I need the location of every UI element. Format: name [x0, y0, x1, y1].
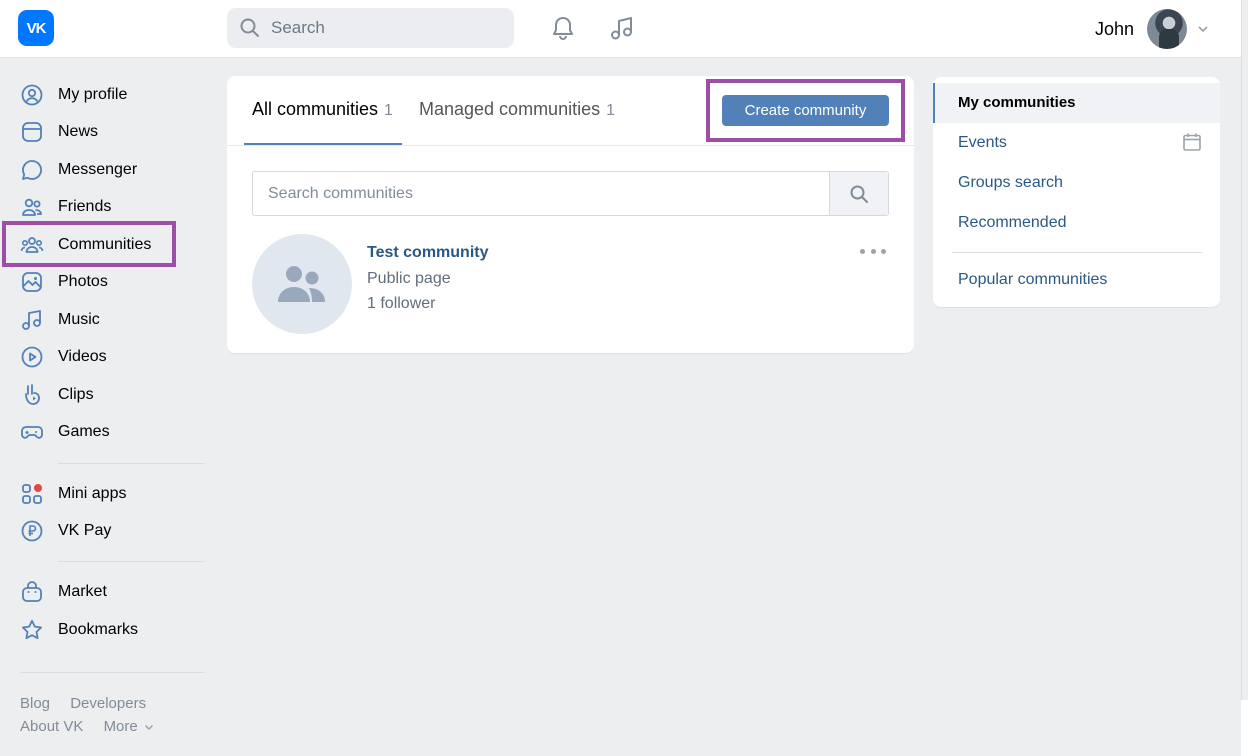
- community-search-button[interactable]: [829, 172, 888, 215]
- sidebar-item-label: Bookmarks: [58, 621, 139, 638]
- sidebar-item-label: Friends: [58, 198, 112, 215]
- sidebar-item-label: News: [58, 123, 99, 140]
- clips-icon: [25, 384, 40, 405]
- sidebar-item-label: VK Pay: [58, 522, 112, 539]
- user-menu[interactable]: John: [1095, 8, 1209, 50]
- search-icon: [240, 18, 259, 37]
- sidebar-item-label: Photos: [58, 273, 108, 290]
- community-avatar[interactable]: [252, 234, 352, 334]
- footer-more-label: More: [103, 718, 138, 735]
- menu-divider: [952, 252, 1202, 253]
- sidebar-item-label: Games: [58, 423, 110, 440]
- sidebar-item-label: Market: [58, 583, 107, 600]
- tab-count: 1: [384, 102, 393, 119]
- bell-icon[interactable]: [549, 14, 577, 42]
- communities-highlight-frame: [2, 221, 176, 267]
- communities-panel: All communities 1 Managed communities 1 Cr…: [227, 76, 914, 353]
- footer-more-dropdown[interactable]: More: [104, 718, 154, 735]
- vk-logo[interactable]: VK: [18, 10, 54, 46]
- star-icon: [22, 619, 42, 640]
- footer-link-about[interactable]: About VK: [20, 718, 83, 735]
- community-name-link[interactable]: Test community: [367, 244, 489, 262]
- more-options-icon[interactable]: [860, 241, 886, 261]
- sidebar-item-bookmarks[interactable]: Bookmarks: [20, 615, 205, 645]
- sidebar-item-photos[interactable]: Photos: [20, 267, 205, 297]
- sidebar-item-messenger[interactable]: Messenger: [20, 155, 205, 185]
- sidebar-item-music[interactable]: Music: [20, 305, 205, 335]
- menu-item-my-communities[interactable]: My communities: [958, 94, 1076, 111]
- sidebar-item-label: Music: [58, 311, 100, 328]
- sidebar-item-mini-apps[interactable]: Mini apps: [20, 479, 205, 509]
- sidebar-item-label: Mini apps: [58, 485, 127, 502]
- menu-item-popular-communities[interactable]: Popular communities: [958, 271, 1107, 289]
- chevron-down-icon: [1198, 26, 1208, 33]
- community-type: Public page: [367, 270, 451, 287]
- nav-divider: [20, 672, 205, 673]
- tab-label: All communities: [252, 99, 379, 119]
- sidebar-item-clips[interactable]: Clips: [20, 380, 205, 410]
- friends-icon: [22, 198, 42, 216]
- global-search-input[interactable]: Search: [227, 8, 514, 48]
- scrollbar-track: [1241, 0, 1248, 700]
- search-placeholder: Search: [271, 18, 325, 37]
- calendar-icon[interactable]: [1182, 132, 1202, 152]
- nav-divider: [58, 463, 205, 464]
- user-name: John: [1095, 18, 1135, 39]
- search-icon: [850, 185, 868, 203]
- tab-all-communities[interactable]: All communities 1: [252, 99, 393, 120]
- community-search: Search communities: [252, 171, 889, 216]
- newspaper-icon: [22, 122, 42, 142]
- tab-count: 1: [606, 102, 615, 119]
- shopping-bag-icon: [22, 581, 42, 602]
- page-corner: [1241, 700, 1248, 756]
- sidebar-item-label: My profile: [58, 86, 128, 103]
- top-header: VK Search John: [0, 0, 1241, 58]
- tab-label: Managed communities: [419, 99, 601, 119]
- sidebar-item-games[interactable]: Games: [20, 417, 205, 447]
- active-tab-indicator: [244, 143, 402, 145]
- ruble-coin-icon: [21, 520, 43, 542]
- sidebar-item-videos[interactable]: Videos: [20, 342, 205, 372]
- sidebar-item-label: Messenger: [58, 161, 138, 178]
- chevron-down-icon: [144, 724, 153, 731]
- tab-managed-communities[interactable]: Managed communities 1: [419, 99, 615, 120]
- group-icon: [278, 266, 325, 302]
- sidebar-item-my-profile[interactable]: My profile: [20, 80, 205, 110]
- chat-bubble-icon: [22, 160, 42, 180]
- music-note-icon[interactable]: [608, 14, 636, 42]
- create-community-button[interactable]: Create community: [722, 95, 889, 126]
- menu-item-recommended[interactable]: Recommended: [958, 214, 1067, 232]
- sidebar-item-vk-pay[interactable]: VK Pay: [20, 516, 205, 546]
- right-menu: My communities Events Groups search Reco…: [933, 77, 1220, 307]
- community-search-input[interactable]: Search communities: [253, 172, 829, 215]
- sidebar-item-market[interactable]: Market: [20, 577, 205, 607]
- play-circle-icon: [21, 346, 43, 368]
- list-item: Test community Public page 1 follower: [252, 234, 892, 334]
- user-circle-icon: [21, 84, 43, 106]
- sidebar-item-news[interactable]: News: [20, 117, 205, 147]
- footer-links-row-1: Blog Developers: [20, 695, 162, 712]
- sidebar-item-label: Clips: [58, 386, 94, 403]
- sidebar-item-friends[interactable]: Friends: [20, 192, 205, 222]
- menu-item-groups-search[interactable]: Groups search: [958, 174, 1063, 192]
- nav-divider: [58, 561, 205, 562]
- community-followers: 1 follower: [367, 295, 436, 312]
- gamepad-icon: [21, 426, 43, 439]
- tabs-bar: All communities 1 Managed communities 1 Cr…: [227, 76, 914, 146]
- avatar: [1147, 9, 1188, 49]
- sidebar-item-label: Videos: [58, 348, 107, 365]
- footer-link-developers[interactable]: Developers: [70, 695, 146, 712]
- menu-item-events[interactable]: Events: [958, 134, 1007, 152]
- footer-link-blog[interactable]: Blog: [20, 695, 50, 712]
- photo-icon: [22, 272, 42, 292]
- mini-apps-icon: [22, 484, 42, 504]
- music-note-icon: [22, 310, 41, 330]
- footer-links-row-2: About VK More: [20, 718, 154, 735]
